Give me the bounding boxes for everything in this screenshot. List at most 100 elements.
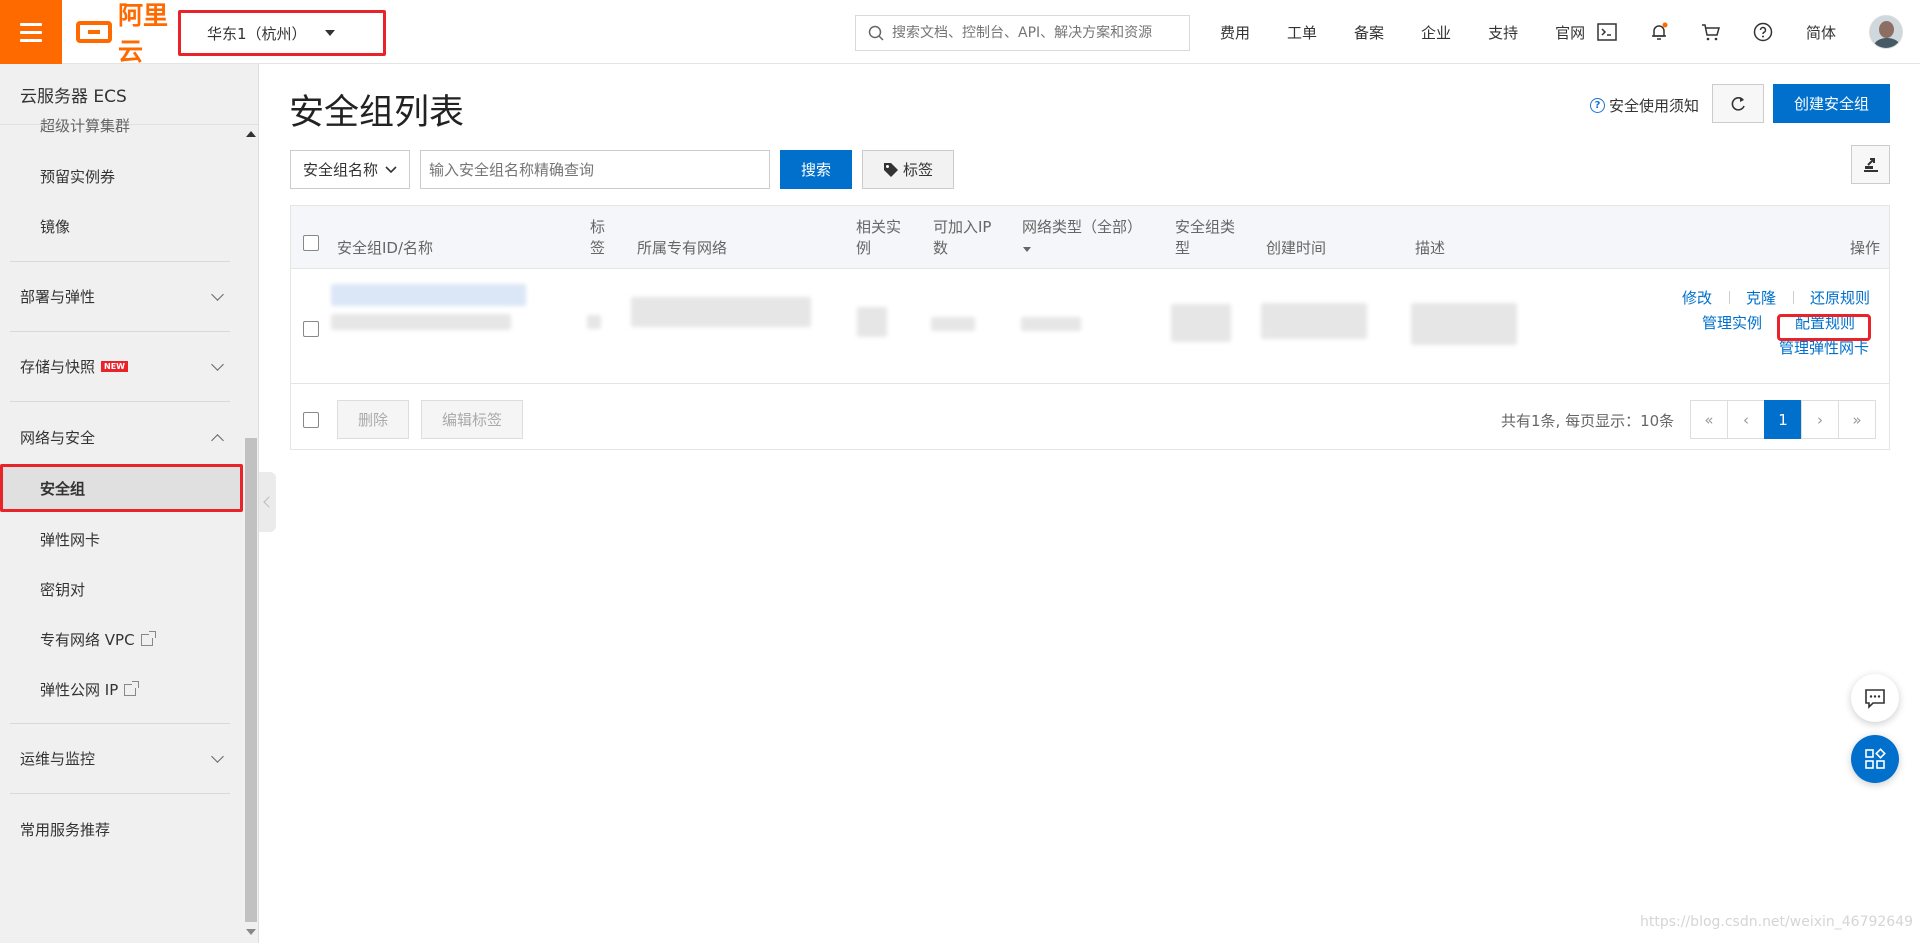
global-search-input[interactable] — [892, 25, 1182, 41]
chevron-down-icon — [211, 357, 224, 371]
aliyun-logo[interactable]: 阿里云 — [76, 0, 182, 64]
row-checkbox[interactable] — [303, 321, 319, 337]
new-badge: NEW — [101, 361, 128, 372]
top-icon-group — [1594, 0, 1776, 64]
col-tag: 标签 — [590, 217, 605, 259]
edit-tags-button[interactable]: 编辑标签 — [421, 400, 523, 439]
divider — [10, 793, 230, 794]
sidebar-item-security-group[interactable]: 安全组 — [0, 464, 243, 512]
sidebar-item-eip[interactable]: 弹性公网 IP — [40, 679, 140, 700]
external-link-icon — [140, 630, 156, 646]
pagination-summary: 共有1条, 每页显示：10条 — [1501, 412, 1675, 430]
sidebar-scrollbar-thumb[interactable] — [245, 438, 257, 922]
nav-enterprise[interactable]: 企业 — [1421, 22, 1451, 43]
select-all-checkbox[interactable] — [303, 235, 319, 251]
sidebar-item-keypair[interactable]: 密钥对 — [40, 579, 85, 600]
sidebar-item-eni[interactable]: 弹性网卡 — [40, 529, 100, 550]
sidebar-item-supercomputing[interactable]: 超级计算集群 — [40, 117, 130, 133]
redacted-id — [331, 284, 526, 306]
scroll-up-arrow-icon[interactable] — [246, 130, 256, 138]
restore-rules-link[interactable]: 还原规则 — [1810, 287, 1870, 308]
sidebar-item-reserved-coupons[interactable]: 预留实例券 — [40, 166, 115, 187]
terminal-icon[interactable] — [1594, 19, 1620, 45]
col-available-ip: 可加入IP 数 — [933, 217, 991, 259]
footer-select-checkbox[interactable] — [303, 412, 319, 428]
sidebar-collapse-handle[interactable] — [259, 472, 276, 532]
manage-eni-link[interactable]: 管理弹性网卡 — [1779, 337, 1869, 358]
divider — [10, 723, 230, 724]
redacted-vpc — [631, 297, 811, 327]
tag-icon — [883, 162, 898, 177]
sidebar-item-label: 安全组 — [40, 479, 86, 498]
divider — [10, 401, 230, 402]
search-button[interactable]: 搜索 — [780, 150, 852, 189]
language-switch[interactable]: 简体 — [1806, 22, 1836, 43]
prev-page-button[interactable]: ‹ — [1727, 400, 1765, 439]
redacted-description — [1411, 303, 1517, 345]
sidebar-group-ops-monitoring[interactable]: 运维与监控 — [20, 748, 230, 769]
first-page-button[interactable]: « — [1690, 400, 1728, 439]
sidebar-group-deployment[interactable]: 部署与弹性 — [20, 286, 230, 307]
divider — [1793, 291, 1794, 304]
col-tag-line2: 签 — [590, 239, 606, 257]
hamburger-menu-button[interactable] — [0, 0, 62, 64]
delete-button[interactable]: 删除 — [337, 400, 409, 439]
next-page-button[interactable]: › — [1801, 400, 1839, 439]
chat-float-button[interactable] — [1851, 674, 1899, 722]
group-label: 部署与弹性 — [20, 288, 96, 306]
sidebar-group-network-security[interactable]: 网络与安全 — [20, 427, 230, 448]
filter-field-label: 安全组名称 — [303, 161, 379, 179]
col-sg-type: 安全组类型 — [1175, 217, 1235, 259]
caret-down-icon — [324, 30, 335, 36]
col-operations: 操作 — [1850, 239, 1881, 257]
create-security-group-button[interactable]: 创建安全组 — [1773, 84, 1890, 123]
chat-icon — [1865, 689, 1885, 709]
sidebar: 云服务器 ECS 超级计算集群 预留实例券 镜像 部署与弹性 存储与快照 NEW… — [0, 64, 259, 943]
bell-icon[interactable] — [1646, 19, 1672, 45]
scroll-down-arrow-icon[interactable] — [246, 928, 256, 936]
col-description: 描述 — [1415, 239, 1446, 257]
chevron-down-icon — [385, 165, 397, 173]
sidebar-group-storage[interactable]: 存储与快照 NEW — [20, 356, 230, 377]
safety-notice-link[interactable]: ? 安全使用须知 — [1590, 95, 1699, 116]
redacted-instances — [857, 307, 887, 337]
nav-official-site[interactable]: 官网 — [1555, 22, 1585, 43]
help-icon[interactable] — [1750, 19, 1776, 45]
clone-link[interactable]: 克隆 — [1746, 287, 1776, 308]
chevron-up-icon — [211, 433, 224, 447]
nav-icp[interactable]: 备案 — [1354, 22, 1384, 43]
last-page-button[interactable]: » — [1838, 400, 1876, 439]
menu-bar-line — [20, 30, 42, 34]
manage-instances-link[interactable]: 管理实例 — [1702, 312, 1762, 333]
sidebar-item-images[interactable]: 镜像 — [40, 216, 70, 237]
security-group-name-input[interactable] — [420, 150, 770, 189]
cart-icon[interactable] — [1698, 19, 1724, 45]
col-network-type[interactable]: 网络类型（全部） — [1022, 217, 1142, 259]
security-group-table: 安全组ID/名称 标签 所属专有网络 相关实例 可加入IP 数 网络类型（全部） … — [290, 205, 1890, 450]
sidebar-group-recommended[interactable]: 常用服务推荐 — [20, 819, 230, 840]
apps-float-button[interactable] — [1851, 735, 1899, 783]
filter-field-select[interactable]: 安全组名称 — [290, 150, 410, 189]
user-avatar[interactable] — [1869, 15, 1903, 49]
sidebar-item-vpc[interactable]: 专有网络 VPC — [40, 629, 156, 650]
modify-link[interactable]: 修改 — [1682, 287, 1712, 308]
tag-filter-button[interactable]: 标签 — [862, 150, 954, 189]
sidebar-item-label: 专有网络 VPC — [40, 631, 135, 649]
global-search[interactable] — [855, 15, 1190, 51]
nav-fees[interactable]: 费用 — [1220, 22, 1250, 43]
redacted-sg-type — [1171, 304, 1231, 342]
divider — [1729, 291, 1730, 304]
redacted-name — [331, 314, 511, 330]
nav-support[interactable]: 支持 — [1488, 22, 1518, 43]
top-navbar: 阿里云 华东1（杭州） 费用 工单 备案 企业 支持 官网 简体 — [0, 0, 1920, 64]
refresh-button[interactable] — [1712, 84, 1764, 123]
export-button[interactable] — [1851, 145, 1890, 184]
page-1-button[interactable]: 1 — [1764, 400, 1802, 439]
top-nav-links: 费用 工单 备案 企业 支持 官网 — [1220, 0, 1622, 64]
export-icon — [1863, 157, 1878, 172]
col-created-time: 创建时间 — [1266, 239, 1327, 257]
nav-tickets[interactable]: 工单 — [1287, 22, 1317, 43]
divider — [10, 261, 230, 262]
region-selector[interactable]: 华东1（杭州） — [178, 10, 386, 56]
redacted-tag — [587, 315, 601, 329]
